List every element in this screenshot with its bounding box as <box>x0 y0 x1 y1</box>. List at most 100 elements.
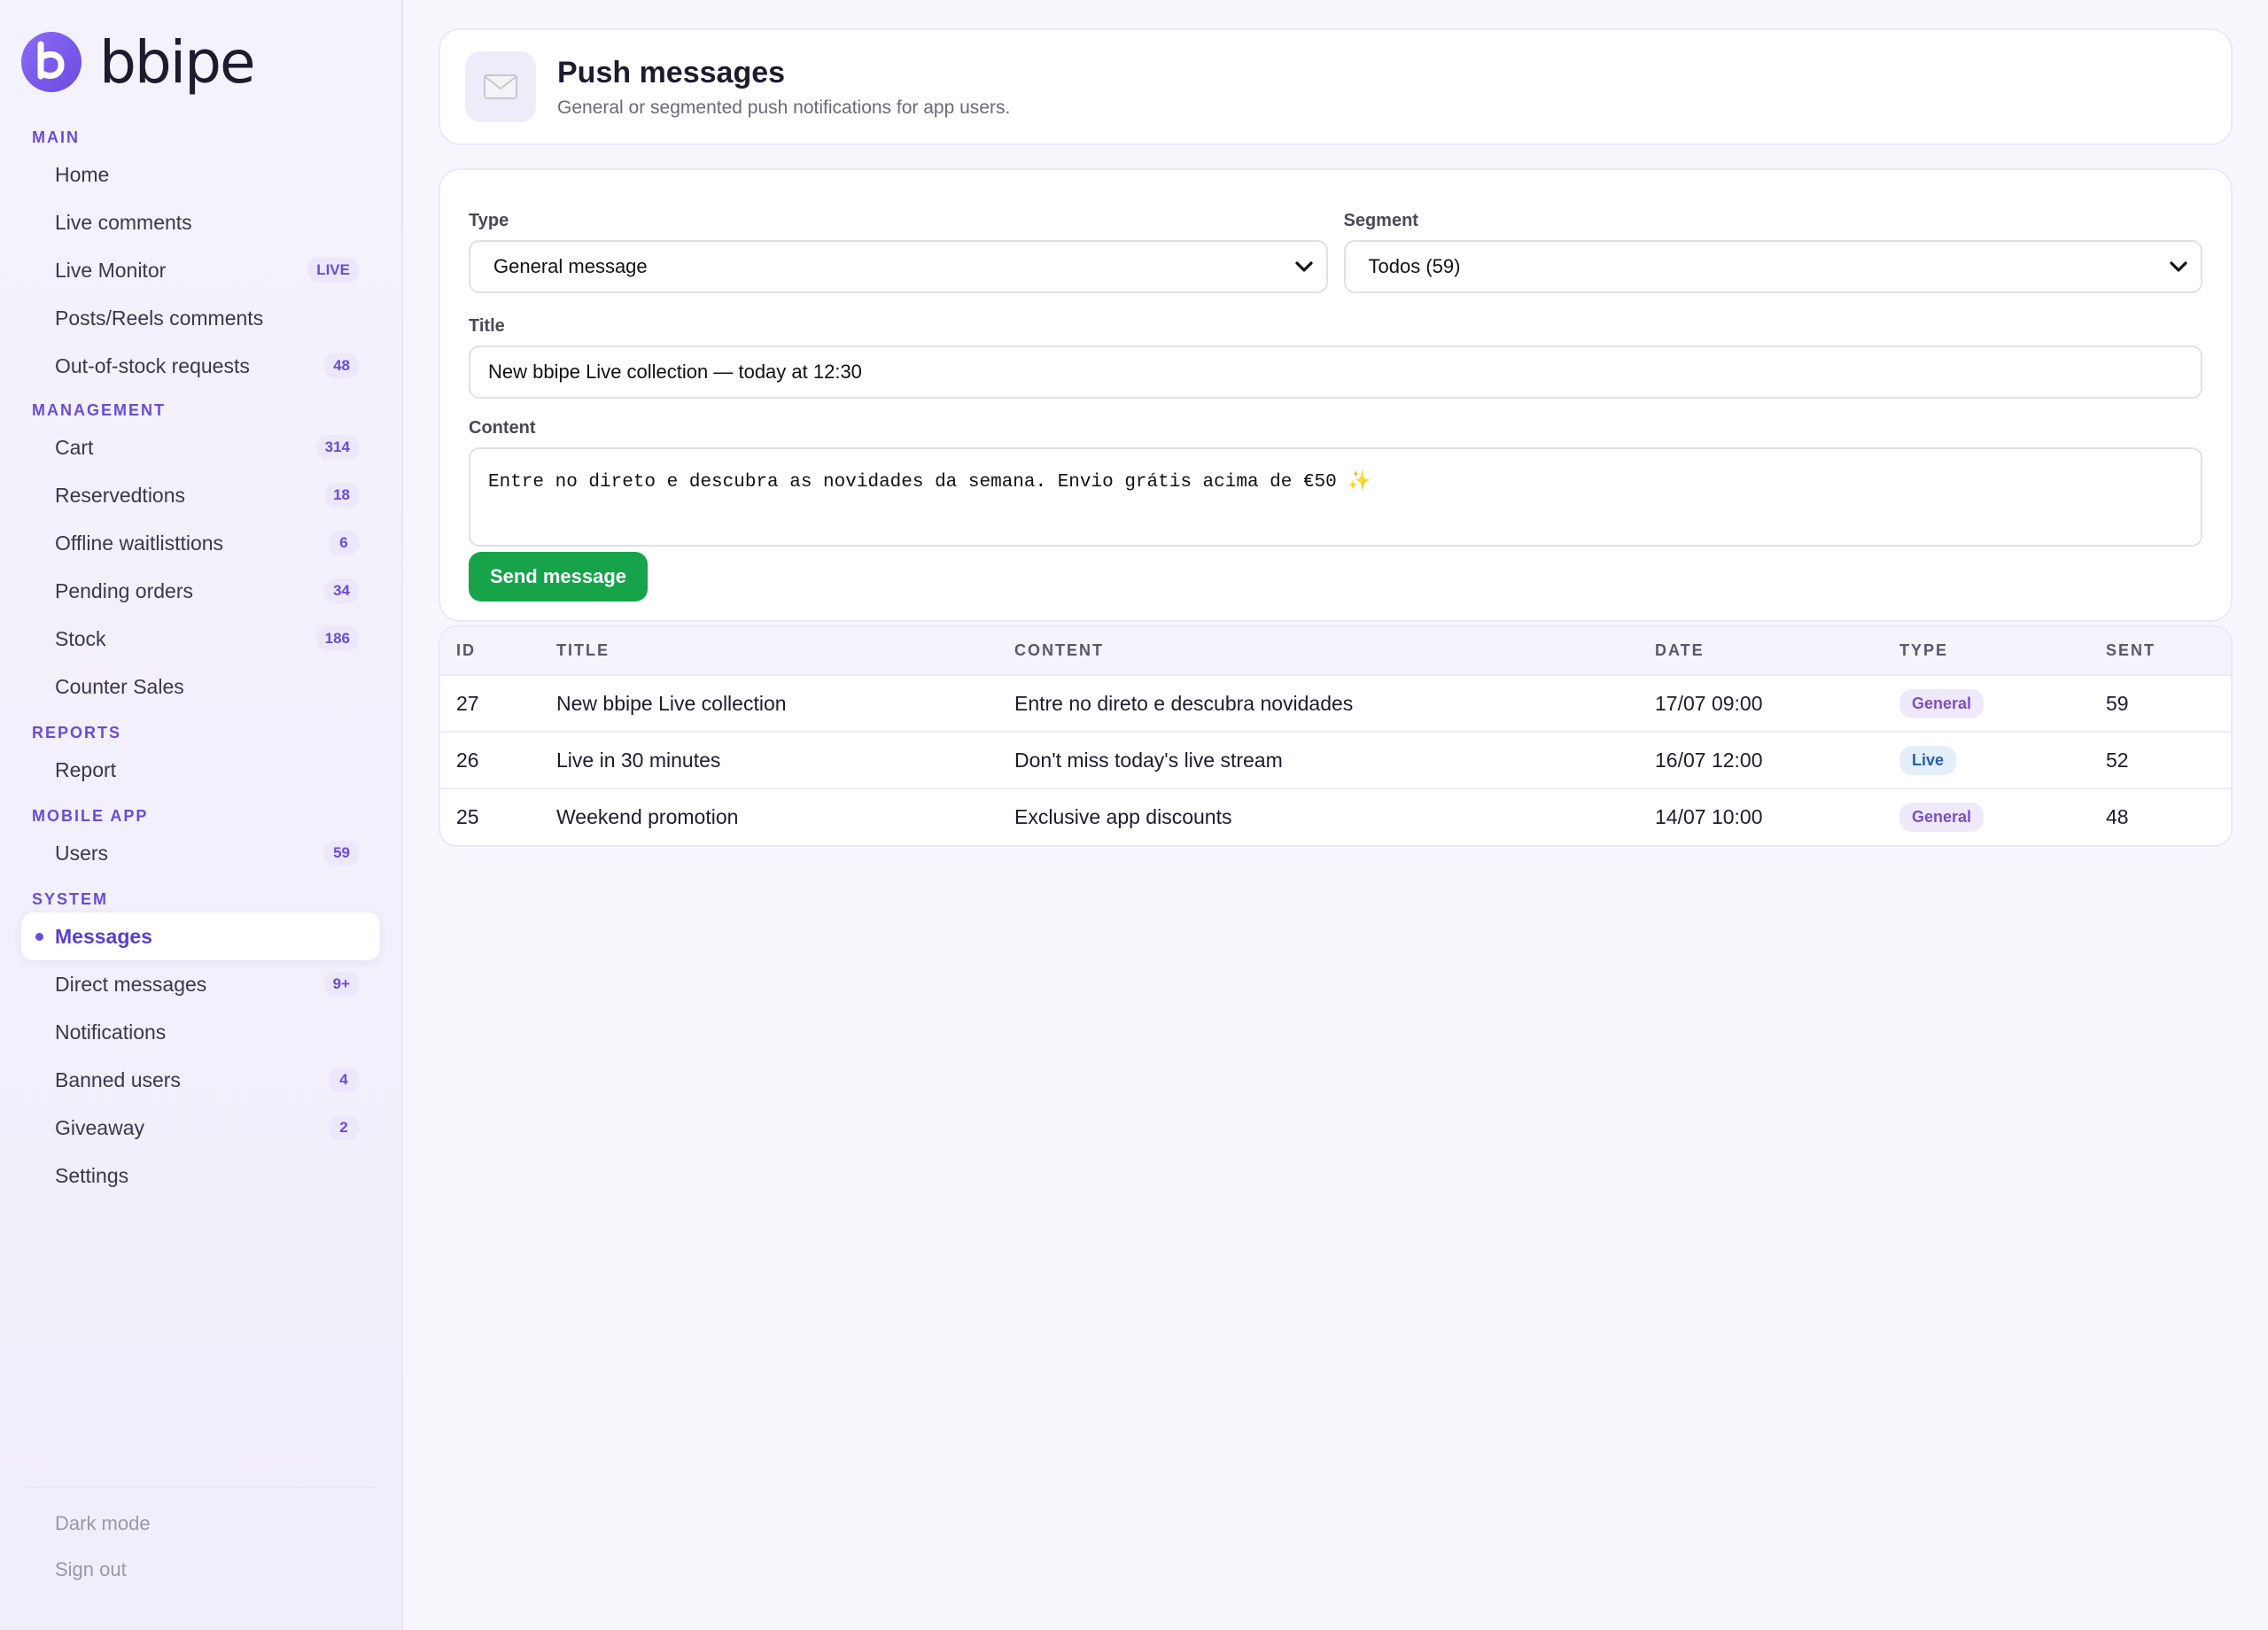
cell-date: 16/07 12:00 <box>1639 732 1884 789</box>
brand-logo[interactable]: bbipe <box>21 0 380 124</box>
sidebar-item-label: Messages <box>55 924 152 948</box>
section-label-mobile: MOBILE APP <box>32 807 149 825</box>
sidebar-item-offline-waitlisttions[interactable]: Offline waitlisttions 6 <box>21 519 380 567</box>
sidebar-item-users[interactable]: Users 59 <box>21 829 380 877</box>
sidebar-item-badge: 314 <box>315 435 359 460</box>
nav-group-management: Cart 314 Reservedtions 18 Offline waitlistti… <box>21 423 380 710</box>
messages-table: ID TITLE CONTENT DATE TYPE SENT 27 New bb… <box>439 625 2233 847</box>
cell-type: General <box>1884 675 2090 733</box>
column-header-content[interactable]: CONTENT <box>998 627 1639 676</box>
page-title: Push messages <box>557 55 786 89</box>
sidebar-item-label: Direct messages <box>55 972 207 996</box>
cell-id: 26 <box>440 732 540 789</box>
sidebar-item-live-monitor[interactable]: Live Monitor LIVE <box>21 246 380 294</box>
cell-title: Live in 30 minutes <box>540 732 998 789</box>
cell-type: Live <box>1884 732 2090 789</box>
content-textarea[interactable]: Entre no direto e descubra as novidades … <box>469 447 2202 547</box>
cell-sent: 48 <box>2106 805 2129 828</box>
sidebar-item-badge: 48 <box>324 353 359 378</box>
dark-mode-toggle[interactable]: Dark mode <box>21 1501 380 1547</box>
cell-date: 14/07 10:00 <box>1655 805 1763 828</box>
sidebar-item-giveaway[interactable]: Giveaway 2 <box>21 1104 380 1152</box>
table-row[interactable]: 25 Weekend promotion Exclusive app discoun… <box>440 788 2231 845</box>
column-header-title[interactable]: TITLE <box>540 627 998 676</box>
cell-sent: 59 <box>2090 675 2231 733</box>
sidebar-item-counter-sales[interactable]: Counter Sales <box>21 663 380 710</box>
segment-label: Segment <box>1343 211 1418 230</box>
bbipe-logo-icon <box>21 32 82 92</box>
sidebar-item-badge: 9+ <box>323 972 359 997</box>
cell-date: 17/07 09:00 <box>1639 675 1884 733</box>
column-header-date[interactable]: DATE <box>1639 627 1884 676</box>
sidebar-item-label: Giveaway <box>55 1115 144 1139</box>
sidebar-item-badge: 186 <box>315 626 359 651</box>
type-badge: General <box>1899 803 1984 832</box>
cell-content: Exclusive app discounts <box>1014 805 1232 828</box>
sidebar-item-label: Out-of-stock requests <box>55 353 250 377</box>
envelope-icon <box>465 51 536 122</box>
sidebar-item-live-comments[interactable]: Live comments <box>21 198 380 246</box>
sidebar-item-label: Home <box>55 162 110 186</box>
active-indicator <box>35 933 43 941</box>
sidebar-item-badge: 34 <box>324 578 359 603</box>
sidebar-item-notifications[interactable]: Notifications <box>21 1008 380 1056</box>
type-select[interactable]: General message <box>469 240 1328 293</box>
segment-select[interactable]: Todos (59) <box>1343 240 2202 293</box>
content-label: Content <box>469 418 536 438</box>
sidebar-item-label: Offline waitlisttions <box>55 531 224 555</box>
title-input[interactable]: New bbipe Live collection — today at 12:… <box>469 345 2202 399</box>
nav-group-system: Messages Direct messages 9+ Notifications Ba… <box>21 912 380 1199</box>
title-label: Title <box>469 316 505 336</box>
chevron-down-icon <box>2170 261 2187 272</box>
sidebar-item-reservedtions[interactable]: Reservedtions 18 <box>21 471 380 519</box>
send-message-button[interactable]: Send message <box>469 552 648 602</box>
sidebar-item-label: Live comments <box>55 210 192 234</box>
section-label-management: MANAGEMENT <box>32 401 166 419</box>
nav-group-reports: Report <box>21 746 380 794</box>
sign-out-link[interactable]: Sign out <box>21 1547 380 1593</box>
sidebar-item-posts-reels-comments[interactable]: Posts/Reels comments <box>21 294 380 342</box>
sidebar-item-label: Live Monitor <box>55 258 167 282</box>
column-header-id[interactable]: ID <box>440 627 540 676</box>
type-badge: Live <box>1899 745 1957 775</box>
table-body: 27 New bbipe Live collection Entre no dire… <box>440 675 2231 845</box>
brand-name: bbipe <box>99 27 256 97</box>
cell-type: General <box>1884 788 2090 845</box>
column-header-sent[interactable]: SENT <box>2090 627 2231 676</box>
sidebar-item-badge: 4 <box>329 1067 359 1092</box>
cell-id: 27 <box>440 675 540 733</box>
cell-content: Entre no direto e descubra novidades <box>998 675 1639 733</box>
sidebar-item-home[interactable]: Home <box>21 151 380 198</box>
page-header: Push messages General or segmented push … <box>439 28 2233 145</box>
column-header-type[interactable]: TYPE <box>1884 627 2090 676</box>
sidebar-footer: Dark mode Sign out <box>21 1486 380 1593</box>
title-input-value: New bbipe Live collection — today at 12:… <box>488 361 862 383</box>
sidebar-item-pending-orders[interactable]: Pending orders 34 <box>21 567 380 615</box>
sidebar-item-badge: 2 <box>329 1115 359 1140</box>
sidebar-item-badge: 18 <box>324 483 359 508</box>
sidebar-item-label: Notifications <box>55 1020 167 1044</box>
sidebar-item-label: Users <box>55 841 109 865</box>
sidebar-item-stock[interactable]: Stock 186 <box>21 615 380 663</box>
chevron-down-icon <box>1294 261 1313 272</box>
sidebar-item-settings[interactable]: Settings <box>21 1152 380 1199</box>
table-row[interactable]: 26 Live in 30 minutes Don't miss today's l… <box>440 732 2231 789</box>
section-label-reports: REPORTS <box>32 724 122 741</box>
sidebar-item-banned-users[interactable]: Banned users 4 <box>21 1056 380 1104</box>
sidebar-item-label: Settings <box>55 1163 129 1187</box>
sidebar-item-badge: 6 <box>329 531 359 555</box>
page-subtitle: General or segmented push notifications … <box>557 97 1011 118</box>
table-header-row: ID TITLE CONTENT DATE TYPE SENT <box>440 627 2231 676</box>
sidebar-item-report[interactable]: Report <box>21 746 380 794</box>
segment-select-value: Todos (59) <box>1368 255 1461 277</box>
sidebar-item-messages[interactable]: Messages <box>21 912 380 960</box>
sidebar-item-label: Reservedtions <box>55 483 186 507</box>
sidebar-item-direct-messages[interactable]: Direct messages 9+ <box>21 960 380 1008</box>
table-row[interactable]: 27 New bbipe Live collection Entre no dire… <box>440 675 2231 733</box>
sidebar-item-label: Posts/Reels comments <box>55 306 264 330</box>
sidebar-item-label: Banned users <box>55 1067 181 1091</box>
sidebar-item-badge: 59 <box>324 841 359 865</box>
sidebar-item-out-of-stock-requests[interactable]: Out-of-stock requests 48 <box>21 342 380 390</box>
sidebar-item-cart[interactable]: Cart 314 <box>21 423 380 471</box>
main-content: Push messages General or segmented push … <box>403 0 2268 1630</box>
